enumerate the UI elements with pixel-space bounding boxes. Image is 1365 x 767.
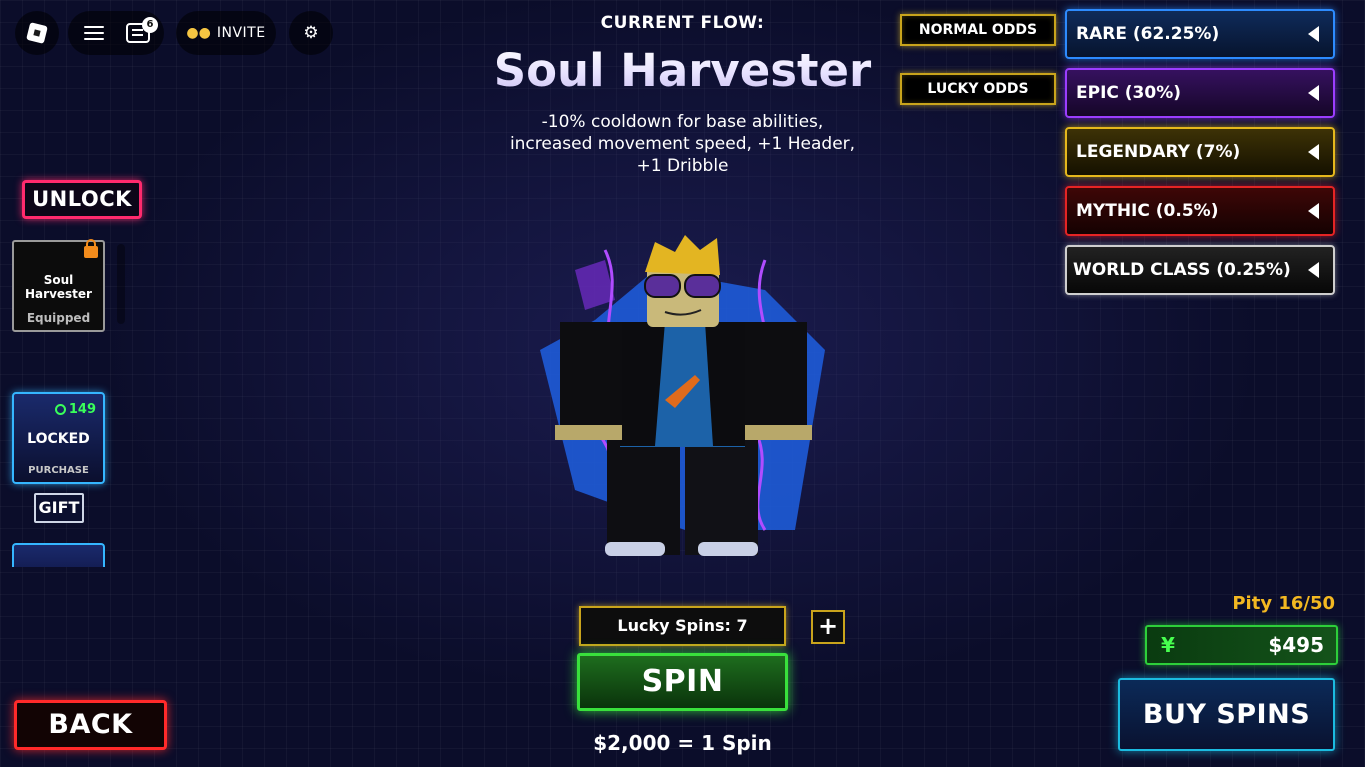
spin-price-text: $2,000 = 1 Spin [593, 731, 772, 755]
robux-icon [54, 404, 66, 415]
caret-left-icon [1308, 262, 1319, 278]
lucky-odds-button[interactable]: LUCKY ODDS [900, 73, 1056, 105]
pity-counter: Pity 16/50 [1232, 593, 1335, 614]
lock-icon [84, 239, 98, 258]
flow-card-soul-harvester[interactable]: Soul Harvester Equipped [12, 239, 105, 332]
caret-left-icon [1308, 144, 1319, 160]
gear-icon: ⚙ [303, 23, 319, 43]
rarity-epic-dropdown[interactable]: EPIC (30%) [1065, 68, 1335, 118]
rarity-label: WORLD CLASS (0.25%) [1073, 260, 1291, 280]
settings-button[interactable]: ⚙ [289, 11, 333, 55]
locked-flow-slot[interactable]: 149 LOCKED PURCHASE [12, 392, 105, 484]
invite-label: INVITE [216, 25, 266, 41]
flow-card-name: Soul Harvester [25, 273, 92, 301]
lucky-spins-counter: Lucky Spins: 7 [579, 606, 786, 646]
rarity-label: EPIC (30%) [1076, 83, 1182, 103]
flow-title: Soul Harvester [450, 44, 915, 97]
next-flow-slot[interactable] [12, 543, 105, 567]
back-button[interactable]: BACK [14, 700, 167, 750]
caret-left-icon [1308, 85, 1319, 101]
rarity-rare-dropdown[interactable]: RARE (62.25%) [1065, 9, 1335, 59]
locked-slot-title: LOCKED [27, 431, 90, 447]
spin-button[interactable]: SPIN [577, 653, 788, 711]
robux-price-value: 149 [68, 402, 96, 417]
yen-icon: ¥ [1161, 633, 1175, 657]
rarity-label: MYTHIC (0.5%) [1076, 201, 1219, 221]
rarity-world-class-dropdown[interactable]: WORLD CLASS (0.25%) [1065, 245, 1335, 295]
currency-balance: ¥ $495 [1145, 625, 1338, 665]
caret-left-icon [1308, 203, 1319, 219]
robux-price: 149 [54, 402, 96, 417]
rarity-legendary-dropdown[interactable]: LEGENDARY (7%) [1065, 127, 1335, 177]
flow-card-status: Equipped [26, 311, 91, 325]
unlock-button[interactable]: UNLOCK [22, 180, 142, 219]
normal-odds-button[interactable]: NORMAL ODDS [900, 14, 1056, 46]
flow-list-scrollbar[interactable] [117, 244, 125, 324]
caret-left-icon [1308, 26, 1319, 42]
rarity-label: RARE (62.25%) [1076, 24, 1220, 44]
flow-description: -10% cooldown for base abilities, increa… [509, 112, 856, 176]
avatar-character [540, 235, 825, 556]
chat-unread-badge: 6 [142, 17, 158, 33]
roblox-logo-icon [26, 22, 48, 44]
rarity-mythic-dropdown[interactable]: MYTHIC (0.5%) [1065, 186, 1335, 236]
plus-icon: + [817, 612, 839, 640]
current-flow-label: CURRENT FLOW: [600, 13, 765, 33]
hamburger-menu-icon[interactable] [84, 22, 104, 44]
locked-slot-purchase: PURCHASE [28, 465, 89, 476]
gift-button[interactable]: GIFT [34, 493, 84, 523]
rarity-label: LEGENDARY (7%) [1076, 142, 1241, 162]
invite-button[interactable]: ●● INVITE [176, 11, 276, 55]
add-lucky-spins-button[interactable]: + [811, 610, 845, 644]
roblox-menu-button[interactable] [15, 11, 59, 55]
currency-amount: $495 [1268, 633, 1324, 657]
people-icon: ●● [186, 25, 211, 41]
buy-spins-button[interactable]: BUY SPINS [1118, 678, 1335, 751]
